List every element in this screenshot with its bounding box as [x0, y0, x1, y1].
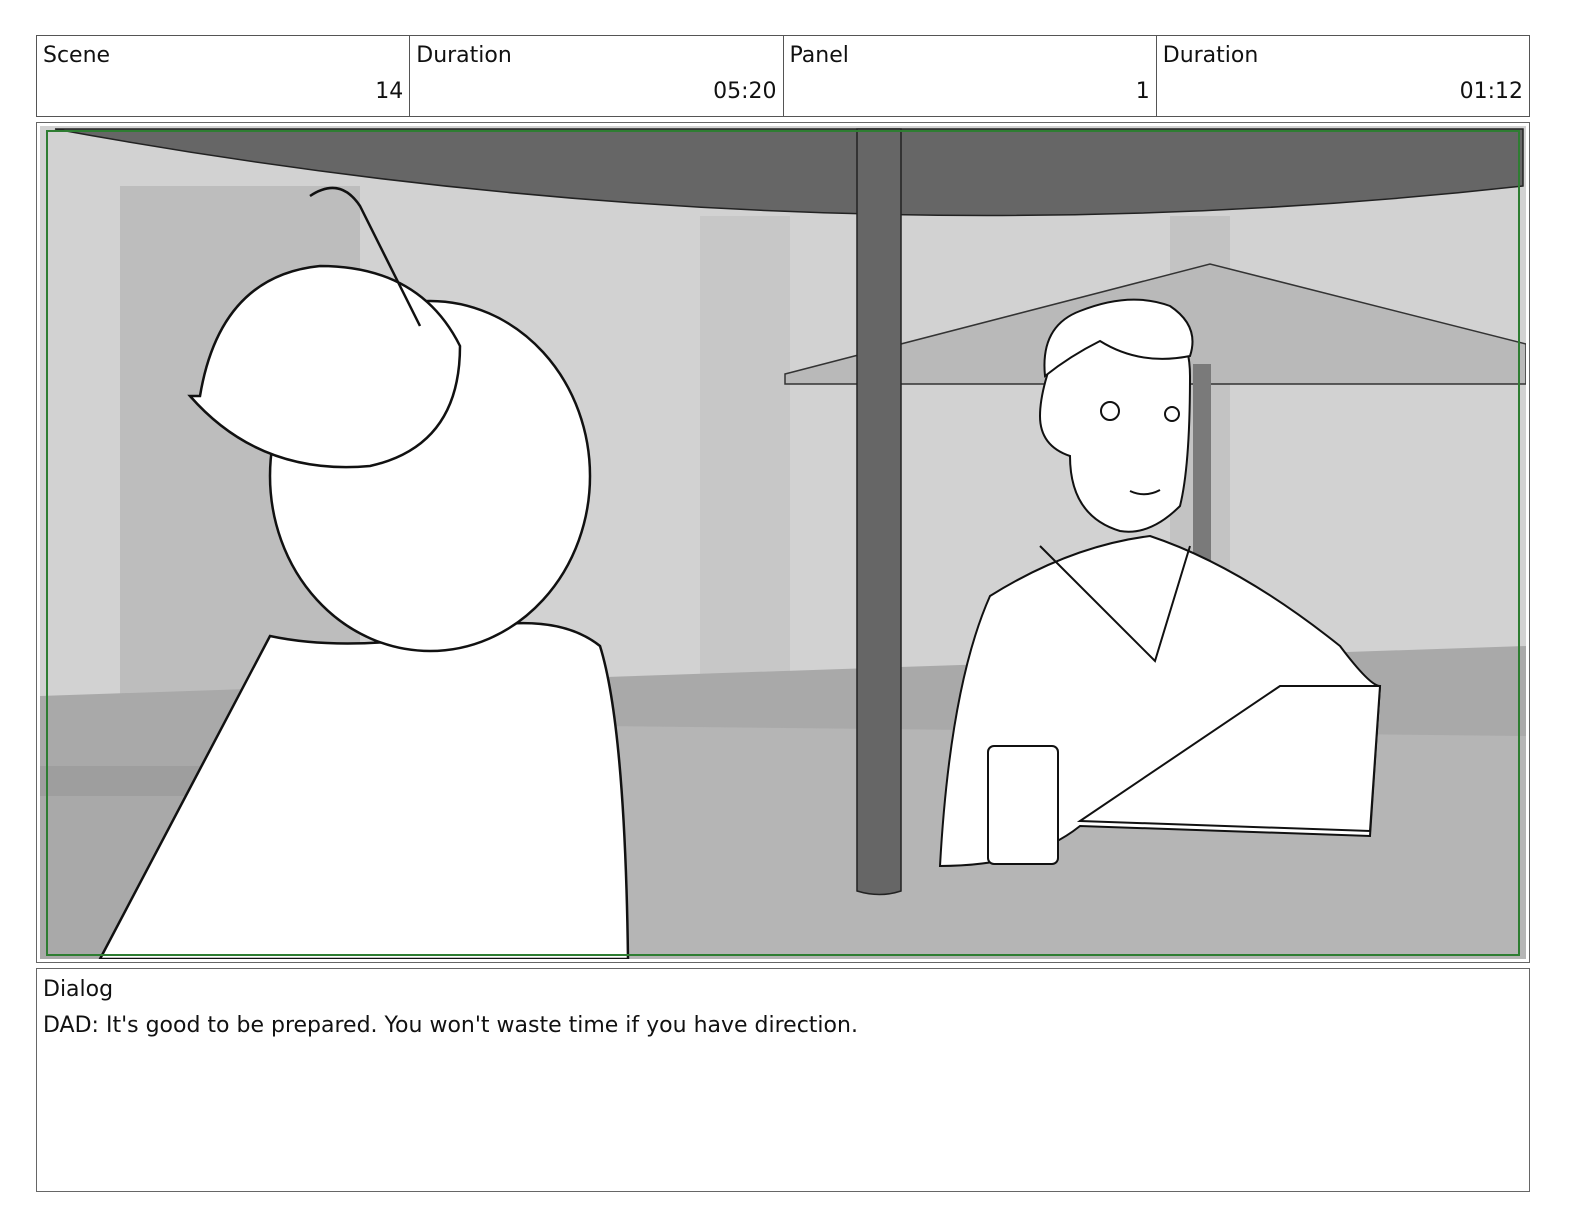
scene-cell: Scene 14 [37, 36, 411, 116]
coffee-cup [987, 745, 1059, 865]
dad-eye-right [1164, 406, 1180, 422]
panel-value: 1 [1135, 79, 1150, 104]
panel-label: Panel [789, 43, 849, 68]
panel-duration-cell: Duration 01:12 [1157, 36, 1529, 116]
panel-duration-value: 01:12 [1459, 79, 1523, 104]
scene-duration-label: Duration [416, 43, 512, 68]
storyboard-sketch [40, 126, 1526, 959]
panel-duration-label: Duration [1162, 43, 1259, 68]
scene-label: Scene [43, 43, 111, 68]
bench-left [40, 766, 200, 796]
panel-cell: Panel 1 [784, 36, 1157, 116]
scene-duration-value: 05:20 [713, 79, 777, 104]
panel-info-header: Scene 14 Duration 05:20 Panel 1 Duration… [36, 35, 1530, 117]
scene-duration-cell: Duration 05:20 [410, 36, 784, 116]
dialog-box: Dialog DAD: It's good to be prepared. Yo… [36, 968, 1530, 1192]
dialog-text: DAD: It's good to be prepared. You won't… [43, 1013, 858, 1038]
back-umbrella-pole [1193, 364, 1211, 564]
front-umbrella-pole [856, 128, 902, 896]
background-pillar [700, 216, 790, 736]
dad-eye-left [1100, 401, 1120, 421]
scene-value: 14 [375, 79, 404, 104]
storyboard-panel [36, 122, 1530, 963]
dialog-label: Dialog [43, 977, 114, 1002]
